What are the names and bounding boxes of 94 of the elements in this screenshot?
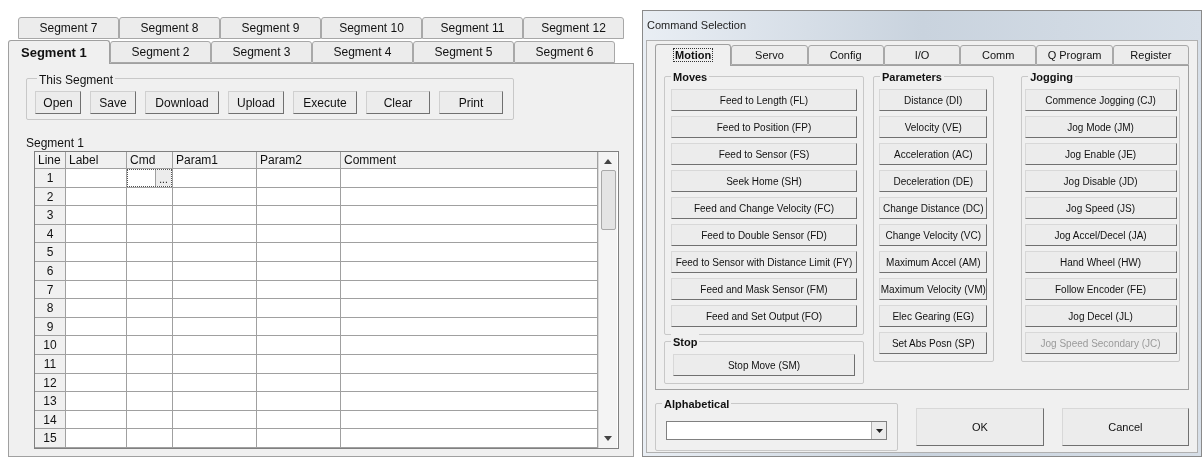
command-button[interactable]: Maximum Velocity (VM) bbox=[879, 278, 988, 300]
command-button[interactable]: Feed to Length (FL) bbox=[671, 89, 857, 111]
tab[interactable]: Config bbox=[807, 45, 884, 65]
tab[interactable]: Segment 11 bbox=[422, 17, 523, 39]
command-button[interactable]: Set Abs Posn (SP) bbox=[879, 332, 988, 354]
toolbar-button[interactable]: Download bbox=[145, 91, 219, 114]
tab[interactable]: Segment 4 bbox=[312, 41, 413, 63]
scrollbar[interactable] bbox=[598, 152, 617, 448]
command-button[interactable]: Seek Home (SH) bbox=[671, 170, 857, 192]
row-number: 1 bbox=[35, 169, 66, 187]
tab[interactable]: I/O bbox=[883, 45, 961, 65]
table-row[interactable]: 9 bbox=[35, 317, 598, 337]
table-row[interactable]: 3 bbox=[35, 206, 598, 225]
tab[interactable]: Servo bbox=[731, 45, 808, 65]
table-row[interactable]: 1 ... bbox=[35, 169, 598, 188]
grid-title: Segment 1 bbox=[26, 135, 86, 150]
command-button[interactable]: Commence Jogging (CJ) bbox=[1024, 89, 1177, 111]
cell-editor[interactable]: ... bbox=[127, 169, 172, 187]
tab[interactable]: Segment 1 bbox=[8, 40, 110, 64]
table-row[interactable]: 14 bbox=[35, 410, 598, 430]
toolbar-button[interactable]: Open bbox=[35, 91, 81, 114]
tab[interactable]: Segment 5 bbox=[413, 41, 514, 63]
dialog-button[interactable]: OK bbox=[916, 408, 1044, 446]
command-button[interactable]: Stop Move (SM) bbox=[673, 354, 855, 376]
tab[interactable]: Motion bbox=[655, 44, 732, 66]
command-button[interactable]: Change Velocity (VC) bbox=[879, 224, 988, 246]
tab[interactable]: Segment 9 bbox=[220, 17, 321, 39]
tab[interactable]: Segment 7 bbox=[18, 17, 119, 39]
tab[interactable]: Segment 2 bbox=[110, 41, 211, 63]
table-row[interactable]: 2 bbox=[35, 187, 598, 207]
tab[interactable]: Q Program bbox=[1036, 45, 1113, 65]
row-number: 10 bbox=[35, 336, 66, 354]
command-button[interactable]: Jog Enable (JE) bbox=[1024, 143, 1177, 165]
table-row[interactable]: 8 bbox=[35, 299, 598, 318]
window-title: Command Selection bbox=[647, 18, 747, 34]
table-row[interactable]: 10 bbox=[35, 336, 598, 355]
row-number: 3 bbox=[35, 206, 66, 224]
command-button[interactable]: Jog Accel/Decel (JA) bbox=[1024, 224, 1177, 246]
command-button[interactable]: Hand Wheel (HW) bbox=[1024, 251, 1177, 273]
toolbar-button[interactable]: Print bbox=[439, 91, 503, 114]
ellipsis-button[interactable]: ... bbox=[155, 170, 171, 186]
toolbar-button[interactable]: Clear bbox=[366, 91, 430, 114]
tab[interactable]: Segment 12 bbox=[523, 17, 624, 39]
command-button[interactable]: Feed and Change Velocity (FC) bbox=[671, 197, 857, 219]
table-row[interactable]: 15 bbox=[35, 429, 598, 448]
column-header: Cmd bbox=[127, 152, 173, 168]
table-row[interactable]: 13 bbox=[35, 392, 598, 411]
command-button[interactable]: Maximum Accel (AM) bbox=[879, 251, 988, 273]
table-row[interactable]: 5 bbox=[35, 243, 598, 262]
command-button[interactable]: Jog Speed (JS) bbox=[1024, 197, 1177, 219]
scroll-up-icon[interactable] bbox=[604, 159, 612, 164]
table-row[interactable]: 6 bbox=[35, 261, 598, 281]
tab[interactable]: Segment 6 bbox=[514, 41, 615, 63]
row-number: 15 bbox=[35, 429, 66, 447]
toolbar-button[interactable]: Upload bbox=[228, 91, 284, 114]
tab[interactable]: Segment 10 bbox=[321, 17, 422, 39]
table-row[interactable]: 4 bbox=[35, 224, 598, 244]
command-button[interactable]: Acceleration (AC) bbox=[879, 143, 988, 165]
command-button[interactable]: Elec Gearing (EG) bbox=[879, 305, 988, 327]
scroll-down-icon[interactable] bbox=[604, 435, 612, 441]
command-button[interactable]: Velocity (VE) bbox=[879, 116, 988, 138]
tab[interactable]: Comm bbox=[960, 45, 1037, 65]
column-header: Param1 bbox=[173, 152, 257, 168]
command-button[interactable]: Change Distance (DC) bbox=[879, 197, 988, 219]
command-button[interactable]: Deceleration (DE) bbox=[879, 170, 988, 192]
command-button[interactable]: Feed to Double Sensor (FD) bbox=[671, 224, 857, 246]
command-button[interactable]: Feed and Mask Sensor (FM) bbox=[671, 278, 857, 300]
group-title: Stop bbox=[671, 334, 700, 351]
command-button[interactable]: Feed and Set Output (FO) bbox=[671, 305, 857, 327]
dropdown-field[interactable] bbox=[666, 421, 888, 440]
row-number: 13 bbox=[35, 392, 66, 410]
command-button[interactable]: Feed to Position (FP) bbox=[671, 116, 857, 138]
scrollbar-thumb[interactable] bbox=[600, 170, 616, 230]
column-header: Line bbox=[35, 152, 66, 168]
command-button[interactable]: Jog Disable (JD) bbox=[1024, 170, 1177, 192]
tab[interactable]: Register bbox=[1112, 45, 1189, 65]
table-row[interactable]: 11 bbox=[35, 354, 598, 374]
tab[interactable]: Segment 3 bbox=[211, 41, 312, 63]
table-row[interactable]: 12 bbox=[35, 373, 598, 393]
dialog-button[interactable]: Cancel bbox=[1061, 408, 1189, 446]
tab[interactable]: Segment 8 bbox=[119, 17, 220, 39]
row-number: 5 bbox=[35, 243, 66, 261]
command-button[interactable]: Follow Encoder (FE) bbox=[1024, 278, 1177, 300]
command-button[interactable]: Feed to Sensor with Distance Limit (FY) bbox=[671, 251, 857, 273]
toolbar-button[interactable]: Execute bbox=[293, 91, 357, 114]
column-header: Param2 bbox=[257, 152, 341, 168]
row-number: 8 bbox=[35, 299, 66, 317]
command-button[interactable]: Jog Mode (JM) bbox=[1024, 116, 1177, 138]
command-button[interactable]: Feed to Sensor (FS) bbox=[671, 143, 857, 165]
command-button[interactable]: Distance (DI) bbox=[879, 89, 988, 111]
column-header: Label bbox=[66, 152, 127, 168]
table-row[interactable]: 7 bbox=[35, 280, 598, 300]
toolbar-button[interactable]: Save bbox=[90, 91, 136, 114]
command-button[interactable]: Jog Decel (JL) bbox=[1024, 305, 1177, 327]
